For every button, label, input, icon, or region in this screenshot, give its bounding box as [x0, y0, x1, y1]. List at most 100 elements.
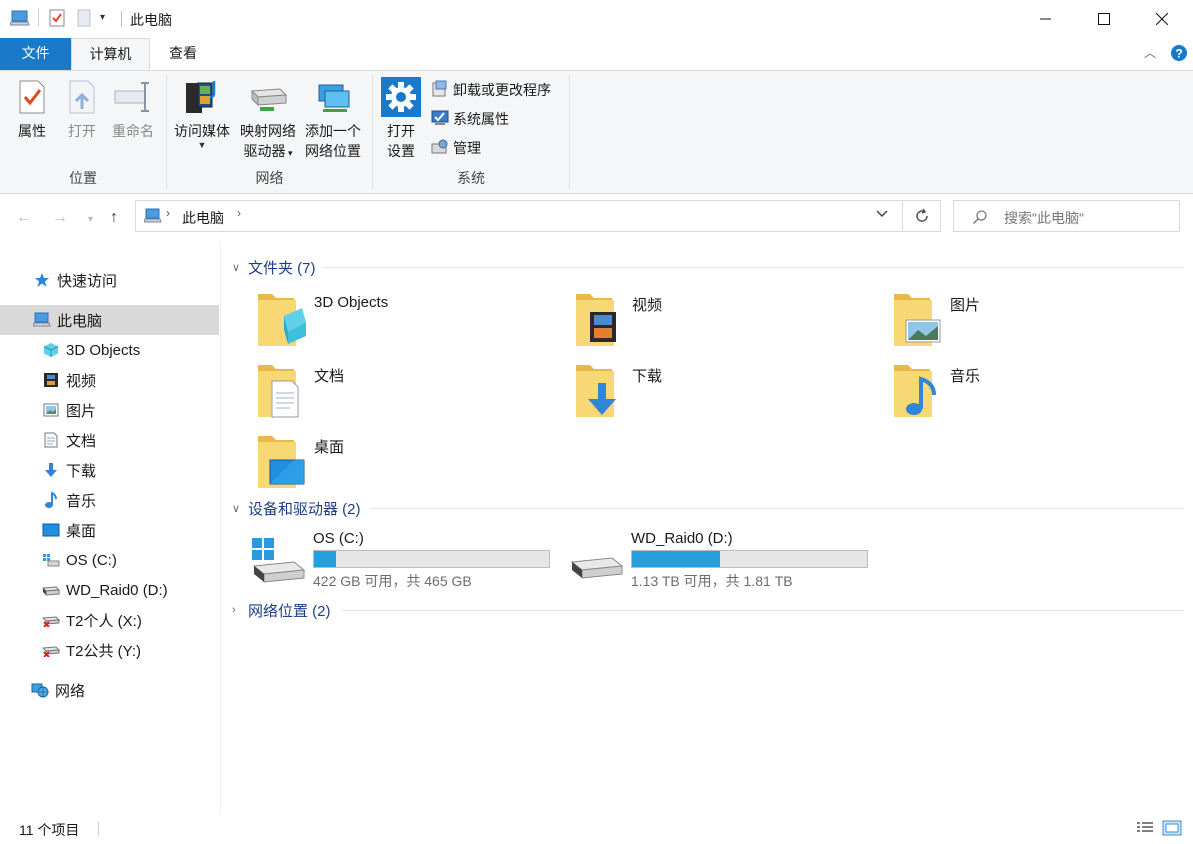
- help-icon[interactable]: ?: [1170, 44, 1188, 65]
- manage-icon: [431, 138, 449, 159]
- refresh-button[interactable]: [902, 201, 940, 231]
- sidebar-item-label: 音乐: [66, 492, 97, 510]
- customize-quick-access-icon[interactable]: ▾: [100, 12, 105, 23]
- sidebar-item-label: 网络: [55, 682, 86, 700]
- sidebar-item-network[interactable]: 网络: [0, 675, 219, 705]
- drive-usage-bar: [313, 550, 550, 568]
- item-count: 11 个项目: [19, 822, 80, 838]
- sidebar-item-documents[interactable]: 文档: [0, 425, 219, 455]
- sidebar-item-drive-y[interactable]: T2公共 (Y:): [0, 635, 219, 665]
- drive-c[interactable]: OS (C:) 422 GB 可用，共 465 GB: [250, 530, 560, 590]
- tab-view[interactable]: 查看: [150, 38, 216, 70]
- forward-arrow-icon[interactable]: →: [52, 209, 68, 227]
- chevron-right-icon: ›: [232, 604, 236, 616]
- music-note-icon: [42, 491, 60, 509]
- manage-label: 管理: [453, 140, 481, 156]
- folder-3d-objects[interactable]: 3D Objects: [254, 288, 554, 352]
- download-arrow-icon: [42, 461, 60, 479]
- folder-pictures[interactable]: 图片: [890, 288, 1190, 352]
- open-settings-button[interactable]: 打开 设置: [379, 75, 423, 161]
- tab-computer[interactable]: 计算机: [71, 38, 150, 71]
- folder-label: 桌面: [314, 439, 345, 456]
- sidebar-item-pictures[interactable]: 图片: [0, 395, 219, 425]
- rename-button[interactable]: 重命名: [108, 75, 158, 141]
- folder-videos[interactable]: 视频: [572, 288, 872, 352]
- downloads-folder-icon: [576, 365, 616, 417]
- sidebar-item-3d-objects[interactable]: 3D Objects: [0, 335, 219, 365]
- minimize-button[interactable]: [1017, 0, 1075, 38]
- media-icon: [182, 75, 222, 119]
- properties-quick-icon[interactable]: [49, 9, 65, 30]
- ribbon-group-location: 属性 打开 重命名 位置: [0, 71, 166, 193]
- access-media-button[interactable]: 访问媒体 ▼: [171, 75, 233, 150]
- film-icon: [42, 371, 60, 389]
- folder-downloads[interactable]: 下载: [572, 359, 872, 423]
- back-arrow-icon[interactable]: ←: [16, 209, 32, 227]
- drive-usage-bar: [631, 550, 868, 568]
- drive-d[interactable]: WD_Raid0 (D:) 1.13 TB 可用，共 1.81 TB: [568, 530, 878, 590]
- drive-icon: [570, 557, 624, 579]
- sidebar-item-label: 3D Objects: [66, 341, 141, 359]
- title-bar: ▾ 此电脑: [0, 0, 1193, 38]
- sidebar-item-drive-c[interactable]: OS (C:): [0, 545, 219, 575]
- svg-text:?: ?: [1175, 47, 1182, 61]
- folder-quick-icon[interactable]: [77, 9, 91, 30]
- breadcrumb-this-pc[interactable]: 此电脑: [182, 208, 224, 228]
- drive-icon: [42, 581, 60, 599]
- up-arrow-icon[interactable]: ↑: [110, 209, 118, 227]
- address-bar[interactable]: › 此电脑 ›: [135, 200, 941, 232]
- maximize-button[interactable]: [1075, 0, 1133, 38]
- sidebar-item-label: OS (C:): [66, 551, 117, 569]
- tab-file[interactable]: 文件: [0, 38, 71, 70]
- sidebar-item-quick-access[interactable]: 快速访问: [0, 265, 219, 295]
- sidebar-item-label: 图片: [66, 402, 97, 420]
- details-view-icon[interactable]: [1136, 821, 1154, 838]
- add-location-label-1: 添加一个: [305, 123, 361, 139]
- system-properties-button[interactable]: 系统属性: [431, 108, 509, 130]
- breadcrumb-chevron-icon[interactable]: ›: [166, 206, 170, 220]
- ribbon-group-label: 网络: [255, 170, 284, 186]
- sidebar-item-label: T2公共 (Y:): [66, 642, 142, 660]
- ribbon-group-label: 系统: [457, 170, 485, 186]
- computer-icon: [9, 9, 30, 30]
- add-network-location-button[interactable]: 添加一个 网络位置: [301, 75, 365, 161]
- sidebar-item-desktop[interactable]: 桌面: [0, 515, 219, 545]
- large-icons-view-icon[interactable]: [1162, 820, 1182, 839]
- manage-button[interactable]: 管理: [431, 137, 481, 159]
- folder-documents[interactable]: 文档: [254, 359, 554, 423]
- group-header-folders[interactable]: ∨ 文件夹 (7): [232, 257, 316, 277]
- group-header-label: 文件夹 (7): [248, 259, 316, 277]
- ribbon: 属性 打开 重命名 位置 访问媒体 ▼ 映射网络 驱动器 ▾ 添加一个 网络位置…: [0, 70, 1193, 194]
- add-location-label-2: 网络位置: [305, 143, 361, 159]
- sidebar-item-videos[interactable]: 视频: [0, 365, 219, 395]
- computer-icon: [33, 311, 51, 329]
- recent-locations-icon[interactable]: ▾: [88, 214, 93, 225]
- status-bar: 11 个项目: [0, 814, 1193, 844]
- search-icon: [972, 209, 988, 228]
- uninstall-programs-button[interactable]: 卸载或更改程序: [431, 79, 551, 101]
- folder-music[interactable]: 音乐: [890, 359, 1190, 423]
- address-dropdown-icon[interactable]: [876, 207, 888, 221]
- drive-usage-text: 1.13 TB 可用，共 1.81 TB: [631, 573, 793, 589]
- breadcrumb-chevron-icon[interactable]: ›: [237, 206, 241, 220]
- ribbon-group-network: 访问媒体 ▼ 映射网络 驱动器 ▾ 添加一个 网络位置 网络: [167, 71, 372, 193]
- properties-button[interactable]: 属性: [12, 75, 52, 141]
- collapse-ribbon-icon[interactable]: ︿: [1144, 44, 1156, 61]
- folder-label: 文档: [314, 368, 345, 385]
- map-network-drive-button[interactable]: 映射网络 驱动器 ▾: [236, 75, 300, 163]
- sidebar-item-music[interactable]: 音乐: [0, 485, 219, 515]
- sidebar-item-downloads[interactable]: 下载: [0, 455, 219, 485]
- folder-label: 图片: [950, 297, 981, 314]
- sidebar-item-drive-d[interactable]: WD_Raid0 (D:): [0, 575, 219, 605]
- sidebar-item-this-pc[interactable]: 此电脑: [0, 305, 219, 335]
- folder-desktop[interactable]: 桌面: [254, 430, 554, 494]
- navigation-bar: ← → ▾ ↑ › 此电脑 › 搜索"此电脑": [0, 194, 1193, 242]
- close-button[interactable]: [1133, 0, 1191, 38]
- document-icon: [42, 431, 60, 449]
- settings-gear-icon: [381, 75, 421, 119]
- sidebar-item-drive-x[interactable]: T2个人 (X:): [0, 605, 219, 635]
- group-header-network-locations[interactable]: › 网络位置 (2): [232, 600, 331, 620]
- group-header-drives[interactable]: ∨ 设备和驱动器 (2): [232, 498, 361, 518]
- open-button[interactable]: 打开: [62, 75, 102, 141]
- search-box[interactable]: 搜索"此电脑": [953, 200, 1180, 232]
